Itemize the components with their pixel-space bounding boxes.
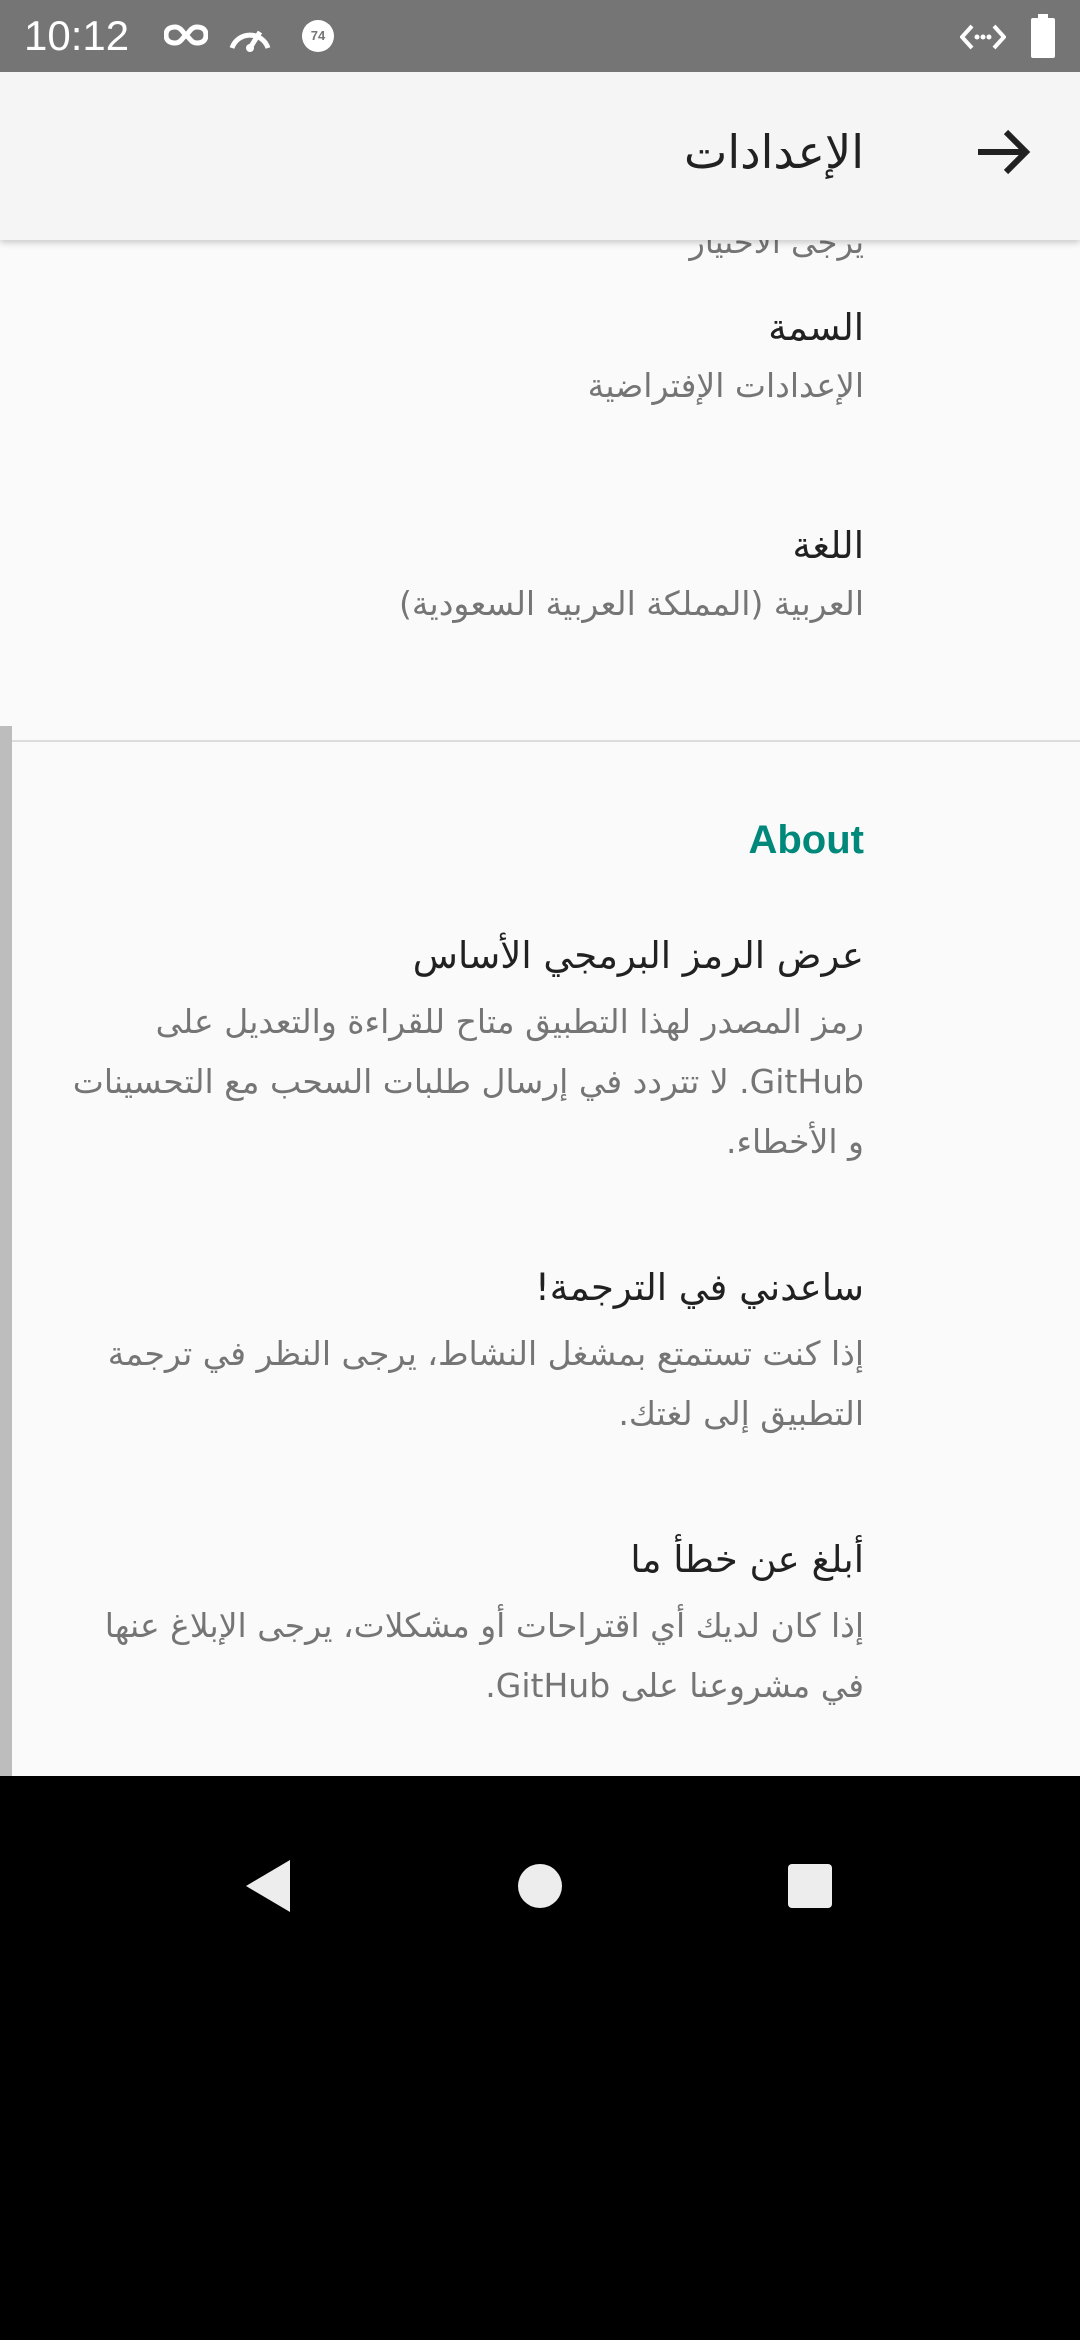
view-source-title: عرض الرمز البرمجي الأساس <box>412 934 864 977</box>
theme-summary: الإعدادات الإفتراضية <box>587 366 864 405</box>
preference-report-bug[interactable]: أبلغ عن خطأ ما إذا كان لديك أي اقتراحات … <box>0 1534 1080 1754</box>
preference-help-translate[interactable]: ساعدني في الترجمة! إذا كنت تستمتع بمشغل … <box>0 1262 1080 1482</box>
view-source-summary: رمز المصدر لهذا التطبيق متاح للقراءة وال… <box>72 1002 864 1161</box>
nav-recents-icon <box>760 1864 860 1940</box>
status-time: 10:12 <box>24 12 130 59</box>
navigation-bar <box>0 1776 1080 2340</box>
app-bar: الإعدادات <box>0 72 1080 240</box>
section-divider <box>0 740 1080 742</box>
settings-list[interactable]: يرجى الاختيار السمة الإعدادات الإفتراضية… <box>0 240 1080 1776</box>
status-bar: 10:12 74 <box>0 0 1080 72</box>
report-bug-summary: إذا كان لديك أي اقتراحات أو مشكلات، يرجى… <box>104 1606 864 1705</box>
settings-screen: الإعدادات يرجى الاختيار السمة الإعدادات … <box>0 72 1080 1776</box>
preference-language[interactable]: اللغة العربية (المملكة العربية السعودية) <box>0 498 1080 668</box>
nav-home-icon <box>490 1864 590 1940</box>
preference-view-source[interactable]: عرض الرمز البرمجي الأساس رمز المصدر لهذا… <box>0 930 1080 1220</box>
infinity-icon <box>163 20 209 54</box>
report-bug-title: أبلغ عن خطأ ما <box>630 1538 864 1581</box>
arrow-forward-icon <box>968 129 1040 192</box>
about-category-title: About <box>748 818 864 862</box>
nav-home-button[interactable] <box>490 1836 590 1936</box>
language-title: اللغة <box>792 524 865 567</box>
circle-badge-number: 74 <box>310 28 326 43</box>
page-title: الإعدادات <box>684 125 864 179</box>
battery-icon <box>1030 14 1056 62</box>
back-button[interactable] <box>968 116 1040 188</box>
help-translate-summary: إذا كنت تستمتع بمشغل النشاط، يرجى النظر … <box>107 1334 864 1433</box>
clipped-preference-summary: يرجى الاختيار <box>689 240 864 261</box>
code-arrows-icon <box>959 22 1007 56</box>
nav-back-icon <box>218 1860 318 1940</box>
circle-badge-icon: 74 <box>300 18 336 58</box>
theme-title: السمة <box>768 306 864 349</box>
help-translate-title: ساعدني في الترجمة! <box>534 1266 864 1309</box>
nav-back-button[interactable] <box>218 1836 318 1936</box>
speedometer-icon <box>226 18 274 56</box>
nav-recents-button[interactable] <box>760 1836 860 1936</box>
language-summary: العربية (المملكة العربية السعودية) <box>398 584 864 623</box>
preference-theme[interactable]: السمة الإعدادات الإفتراضية <box>0 280 1080 450</box>
